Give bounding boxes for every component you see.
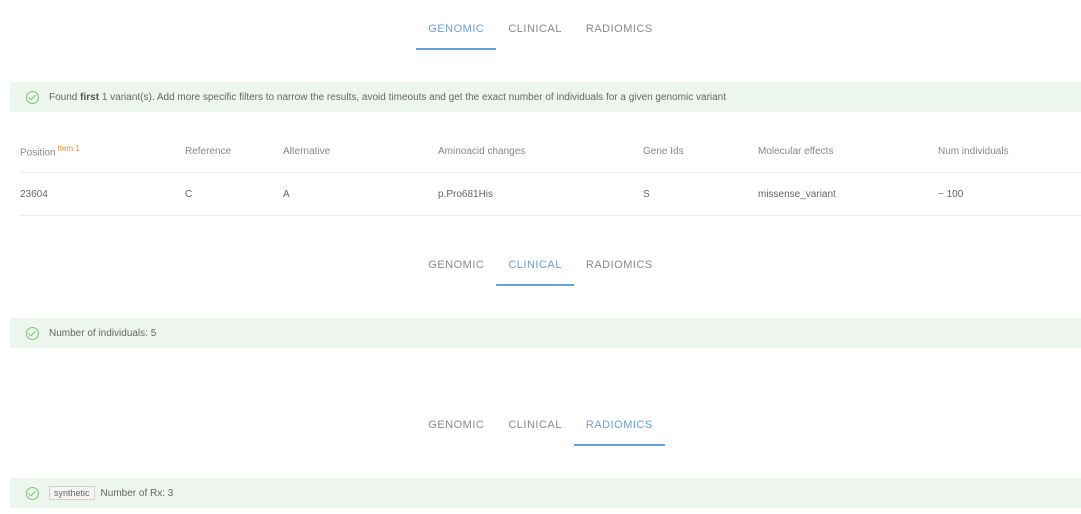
cell-num-individuals: ~ 100 [938,172,1081,216]
radiomics-result-banner: synthetic Number of Rx: 3 [10,478,1081,508]
clinical-banner-text: Number of individuals: 5 [49,327,157,339]
column-header-num-individuals[interactable]: Num individuals [938,130,1081,173]
tabs-genomic-section: GENOMIC CLINICAL RADIOMICS [0,14,1081,50]
tab-genomic[interactable]: GENOMIC [416,250,496,280]
cell-molecular-effects: missense_variant [758,172,938,216]
table-row[interactable]: 23604 C A p.Pro681His S missense_variant… [20,172,1081,216]
column-header-gene-ids[interactable]: Gene Ids [643,130,758,173]
tab-clinical[interactable]: CLINICAL [496,410,574,440]
column-header-reference[interactable]: Reference [185,130,283,173]
cell-reference: C [185,172,283,216]
position-hint: Item 1 [57,143,80,153]
tab-clinical[interactable]: CLINICAL [496,14,574,44]
column-header-position[interactable]: Position Item 1 [20,130,185,173]
tab-genomic[interactable]: GENOMIC [416,14,497,50]
radiomics-banner-text: Number of Rx: 3 [100,487,174,499]
clinical-result-banner: Number of individuals: 5 [10,318,1081,348]
tabs-radiomics-section: GENOMIC CLINICAL RADIOMICS [0,410,1081,446]
cell-position: 23604 [20,172,185,216]
genomic-banner-text: Found first 1 variant(s). Add more speci… [49,91,727,103]
tabs-clinical-section: GENOMIC CLINICAL RADIOMICS [0,250,1081,286]
cell-gene-ids: S [643,172,758,216]
synthetic-tag: synthetic [49,486,95,500]
tab-genomic[interactable]: GENOMIC [416,410,496,440]
check-circle-icon [26,326,39,340]
check-circle-icon [26,90,39,104]
table-header-row: Position Item 1 Reference Alternative Ami… [20,130,1081,173]
tab-clinical[interactable]: CLINICAL [496,250,574,286]
cell-aminoacid-changes: p.Pro681His [438,172,643,216]
tab-radiomics[interactable]: RADIOMICS [574,14,665,44]
genomic-result-banner: Found first 1 variant(s). Add more speci… [10,82,1081,112]
cell-alternative: A [283,172,438,216]
variants-table: Position Item 1 Reference Alternative Ami… [20,130,1081,216]
column-header-molecular-effects[interactable]: Molecular effects [758,130,938,173]
tab-radiomics[interactable]: RADIOMICS [573,410,665,446]
tab-radiomics[interactable]: RADIOMICS [574,250,665,280]
check-circle-icon [26,486,39,500]
column-header-aminoacid-changes[interactable]: Aminoacid changes [438,130,643,173]
column-header-alternative[interactable]: Alternative [283,130,438,173]
